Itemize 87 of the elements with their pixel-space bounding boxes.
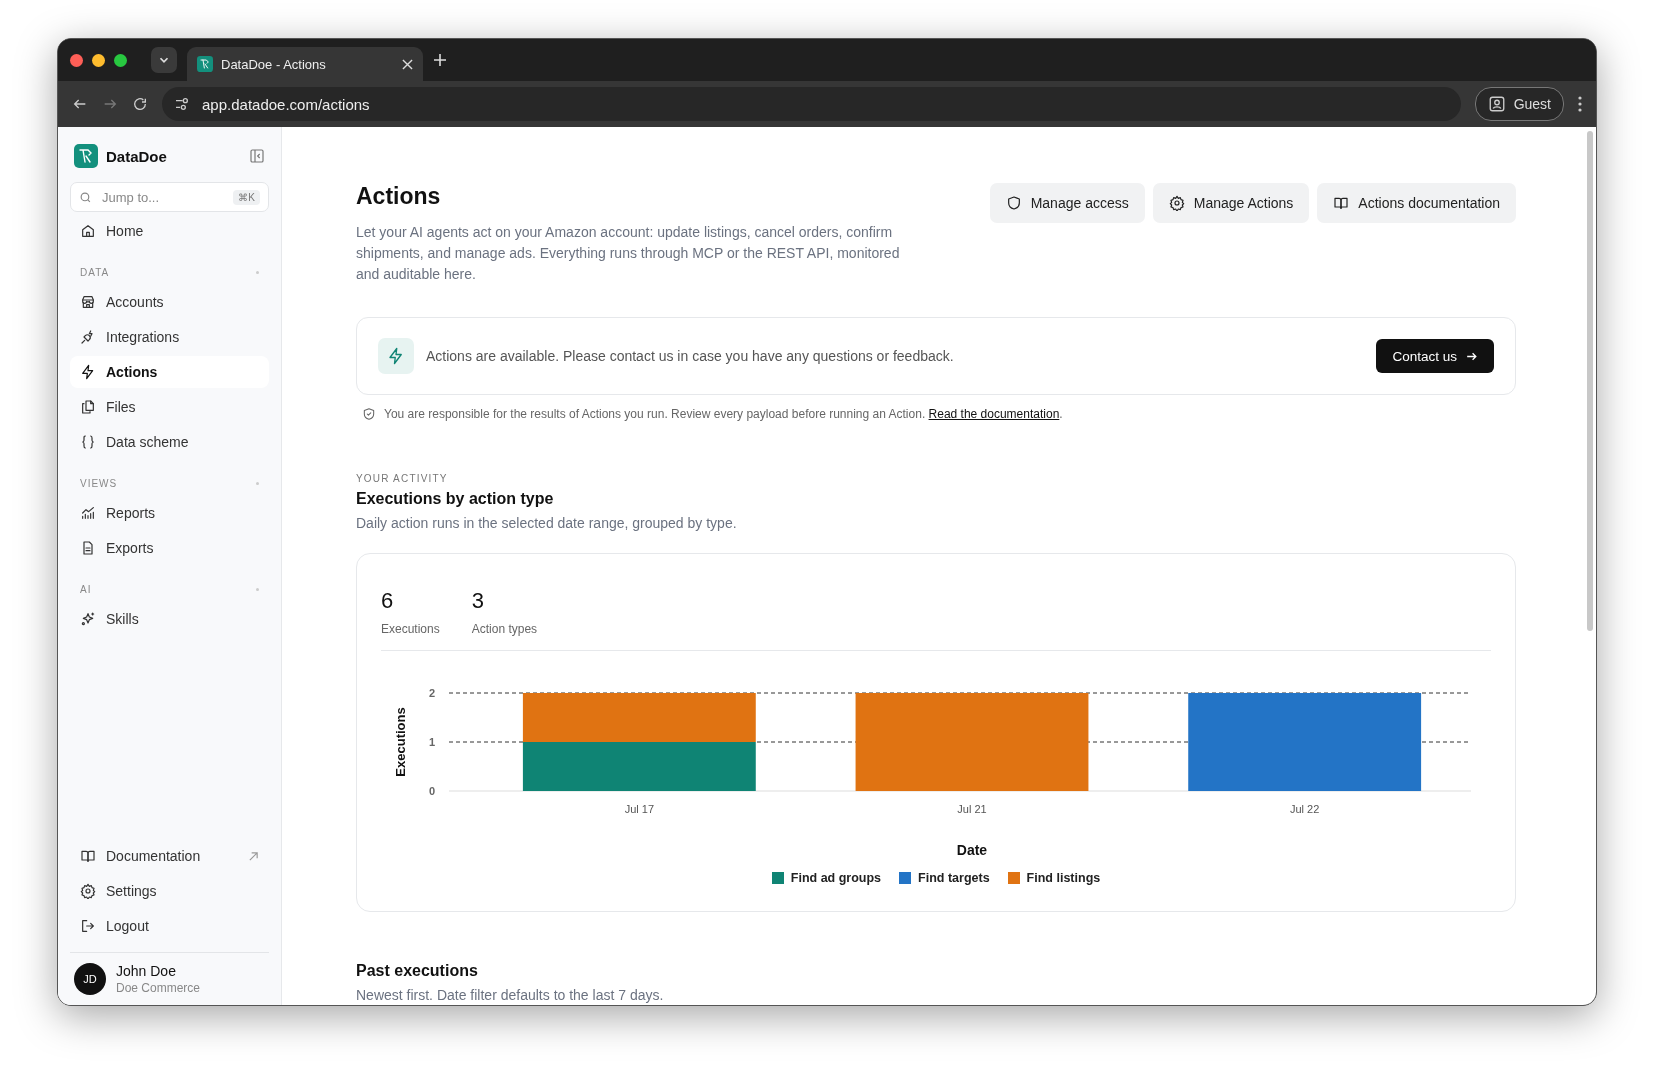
- search-icon: [79, 190, 92, 204]
- legend-label[interactable]: Find targets: [918, 871, 990, 885]
- logo-icon: [197, 56, 213, 72]
- minimize-window-button[interactable]: [92, 53, 105, 67]
- close-icon[interactable]: [402, 58, 413, 70]
- shield-icon: [1005, 195, 1022, 211]
- browser-tab[interactable]: DataDoe - Actions: [187, 47, 423, 81]
- page-title: Actions: [356, 183, 442, 210]
- y-tick-label: 2: [428, 687, 435, 699]
- tab-title: DataDoe - Actions: [221, 56, 327, 72]
- section-subtitle: Daily action runs in the selected date range, grouped by type.: [356, 515, 738, 531]
- sidebar-item[interactable]: Logout: [70, 910, 269, 942]
- x-tick-label: Jul 22: [1290, 803, 1320, 815]
- section-heading: DATA: [80, 266, 110, 278]
- site-settings-icon[interactable]: [174, 96, 190, 112]
- notice-text: You are responsible for the results of Actions you run. Review every payload before running an Action. Read the documentation.: [384, 407, 1063, 421]
- close-window-button[interactable]: [70, 53, 83, 67]
- braces-icon: [80, 434, 96, 450]
- lightning-icon: [378, 338, 414, 374]
- files-icon: [80, 399, 96, 415]
- book-icon: [1333, 195, 1350, 211]
- sparkle-icon: [80, 611, 96, 627]
- lightning-icon: [80, 364, 96, 380]
- stat-value: 6: [381, 588, 395, 614]
- external-link-icon: [248, 850, 259, 862]
- user-name: John Doe: [116, 963, 177, 979]
- sidebar-toggle-icon[interactable]: [249, 148, 265, 164]
- toolbar-button[interactable]: Actions documentation: [1317, 183, 1516, 223]
- store-icon: [80, 294, 96, 310]
- profile-icon: [1487, 95, 1506, 113]
- shield-check-icon: [362, 407, 376, 421]
- shortcut-hint: ⌘K: [233, 189, 260, 205]
- x-tick-label: Jul 17: [624, 803, 654, 815]
- contact-button[interactable]: Contact us: [1376, 339, 1494, 373]
- section-subtitle: Newest first. Date filter defaults to the last 7 days.: [356, 987, 665, 1003]
- page-description: Let your AI agents act on your Amazon account: update listings, cancel orders, confirm shipments, and manage ads. Everything runs through MCP or the REST API, monitored and auditable here.: [356, 223, 901, 284]
- sidebar-item[interactable]: Exports: [70, 532, 269, 564]
- logo-icon: [74, 144, 98, 168]
- x-axis-title: Date: [956, 842, 988, 858]
- brand-name: DataDoe: [106, 147, 168, 165]
- toolbar-button[interactable]: Manage access: [989, 183, 1145, 223]
- x-tick-label: Jul 21: [957, 803, 987, 815]
- new-tab-icon[interactable]: [433, 53, 447, 67]
- section-title: Executions by action type: [356, 490, 555, 508]
- stat-label: Action types: [471, 622, 538, 636]
- y-tick-label: 0: [428, 785, 435, 797]
- tab-list-button[interactable]: [151, 47, 177, 73]
- chart-icon: [80, 505, 96, 521]
- book-icon: [80, 848, 96, 864]
- section-title: Past executions: [356, 962, 479, 980]
- sidebar-item[interactable]: Accounts: [70, 286, 269, 318]
- search-input[interactable]: Jump to...: [100, 188, 226, 206]
- y-tick-label: 1: [428, 736, 435, 748]
- sidebar-item[interactable]: Settings: [70, 875, 269, 907]
- y-axis-title: Executions: [393, 707, 408, 777]
- section-label: YOUR ACTIVITY: [356, 473, 449, 484]
- section-heading: VIEWS: [80, 477, 118, 489]
- sidebar-item[interactable]: Integrations: [70, 321, 269, 353]
- zoom-window-button[interactable]: [114, 53, 127, 67]
- sidebar-item[interactable]: Reports: [70, 497, 269, 529]
- sidebar-item[interactable]: Files: [70, 391, 269, 423]
- sidebar-item[interactable]: Skills: [70, 603, 269, 635]
- settings-icon: [1168, 195, 1185, 211]
- logout-icon: [80, 918, 96, 934]
- settings-icon: [80, 883, 96, 899]
- user-company: Doe Commerce: [116, 981, 201, 995]
- user-avatar[interactable]: JD: [74, 963, 106, 995]
- legend-label[interactable]: Find ad groups: [790, 871, 882, 885]
- banner-text: Actions are available. Please contact us in case you have any questions or feedback.: [426, 348, 955, 364]
- profile-button[interactable]: Guest: [1474, 87, 1564, 121]
- stat-value: 3: [471, 588, 485, 614]
- address-bar[interactable]: app.datadoe.com/actions: [162, 87, 1461, 121]
- search-field[interactable]: Jump to... ⌘K: [70, 182, 269, 212]
- section-heading: AI: [80, 583, 92, 595]
- sidebar-item[interactable]: Data scheme: [70, 426, 269, 458]
- scrollbar[interactable]: [1587, 131, 1593, 631]
- sidebar-item[interactable]: Home: [70, 215, 269, 247]
- reload-icon[interactable]: [132, 96, 148, 112]
- toolbar-button[interactable]: Manage Actions: [1152, 183, 1310, 223]
- document-icon: [80, 540, 96, 556]
- plug-icon: [80, 329, 96, 345]
- sidebar-item[interactable]: Documentation: [70, 840, 269, 872]
- sidebar-item[interactable]: Actions: [70, 356, 269, 388]
- more-icon[interactable]: [1578, 96, 1582, 112]
- home-icon: [80, 223, 96, 239]
- stat-label: Executions: [381, 622, 440, 636]
- legend-label[interactable]: Find listings: [1026, 871, 1101, 885]
